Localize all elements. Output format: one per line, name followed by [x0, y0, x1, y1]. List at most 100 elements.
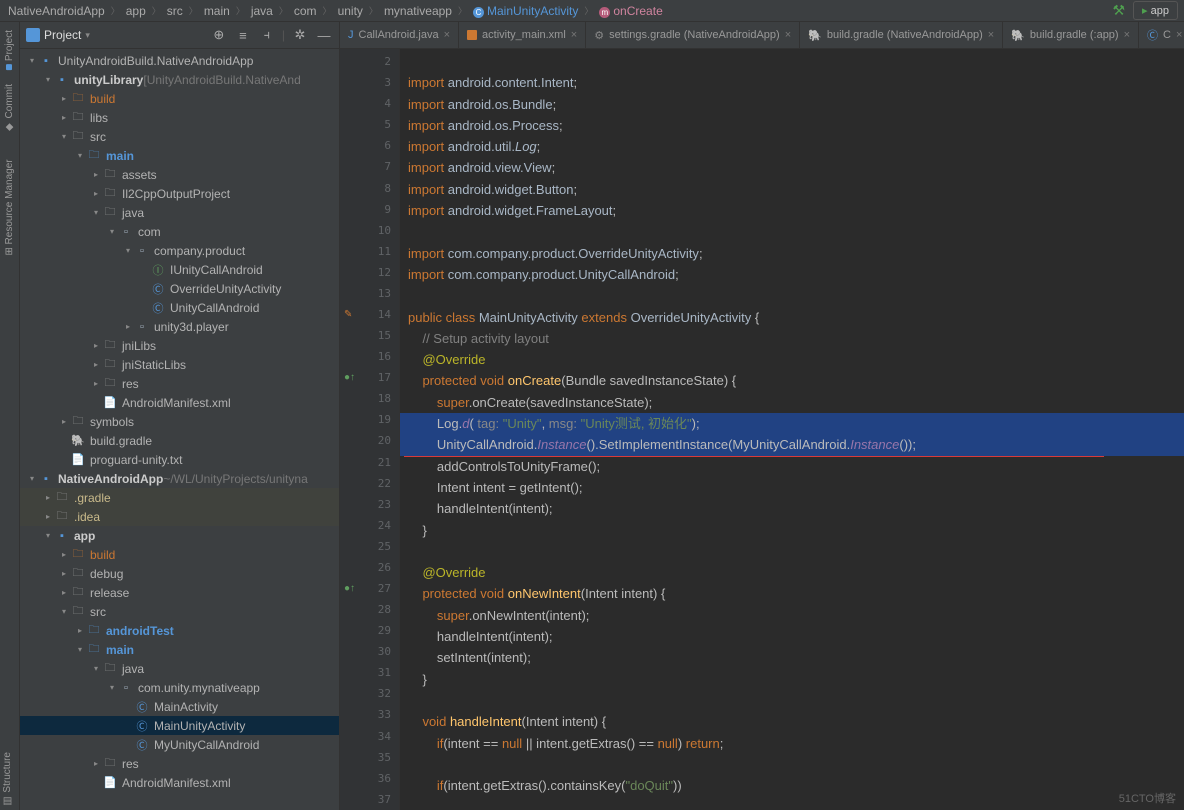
- close-icon[interactable]: ×: [988, 29, 994, 41]
- editor-tab[interactable]: activity_main.xml×: [459, 22, 586, 48]
- code-line[interactable]: setIntent(intent);: [400, 647, 1184, 668]
- breadcrumb-item[interactable]: NativeAndroidApp: [6, 4, 107, 18]
- tree-row[interactable]: ▾▫company.product: [20, 241, 339, 260]
- gutter-line[interactable]: 15: [340, 325, 399, 346]
- gutter-line[interactable]: 28: [340, 599, 399, 620]
- tree-row[interactable]: ▸🗀build: [20, 545, 339, 564]
- project-tool-tab[interactable]: Project: [2, 26, 17, 74]
- code-line[interactable]: Intent intent = getIntent();: [400, 477, 1184, 498]
- breadcrumb-item[interactable]: CMainUnityActivity: [471, 4, 580, 18]
- code-line[interactable]: ⊟ protected void onNewIntent(Intent inte…: [400, 583, 1184, 604]
- tree-row[interactable]: ▾🗀java: [20, 203, 339, 222]
- code-line[interactable]: 💡 UnityCallAndroid.Instance().SetImpleme…: [400, 434, 1184, 455]
- line-gutter[interactable]: 2345678910111213✎141516●↑171819202122232…: [340, 49, 400, 810]
- code-line[interactable]: super.onNewIntent(intent);: [400, 605, 1184, 626]
- tree-row[interactable]: ▸🗀libs: [20, 108, 339, 127]
- gutter-line[interactable]: ✎14: [340, 304, 399, 325]
- hide-icon[interactable]: —: [315, 26, 333, 44]
- gutter-line[interactable]: 25: [340, 536, 399, 557]
- tree-row[interactable]: ▸▫unity3d.player: [20, 317, 339, 336]
- gutter-line[interactable]: 32: [340, 683, 399, 704]
- breadcrumb-item[interactable]: java: [249, 4, 275, 18]
- tree-row[interactable]: ▸🗀jniLibs: [20, 336, 339, 355]
- breadcrumb-item[interactable]: mynativeapp: [382, 4, 454, 18]
- breadcrumb-item[interactable]: com: [292, 4, 319, 18]
- code-editor[interactable]: import android.content.Intent; import and…: [400, 49, 1184, 810]
- build-icon[interactable]: ⚒: [1112, 2, 1125, 19]
- code-line[interactable]: [400, 285, 1184, 306]
- gutter-line[interactable]: 36: [340, 768, 399, 789]
- code-line[interactable]: import android.util.Log;: [400, 136, 1184, 157]
- select-opened-icon[interactable]: ⊕: [210, 26, 228, 44]
- editor-tabs[interactable]: JCallAndroid.java×activity_main.xml×⚙set…: [340, 22, 1184, 49]
- tree-row[interactable]: ▾🗀src: [20, 127, 339, 146]
- code-line[interactable]: ⊟ protected void onCreate(Bundle savedIn…: [400, 370, 1184, 391]
- gutter-line[interactable]: 31: [340, 662, 399, 683]
- expand-all-icon[interactable]: ≡: [234, 26, 252, 44]
- tree-row[interactable]: ▸🗀symbols: [20, 412, 339, 431]
- tree-row[interactable]: ▾🗀java: [20, 659, 339, 678]
- tree-row[interactable]: 📄AndroidManifest.xml: [20, 393, 339, 412]
- code-line[interactable]: if(intent.getExtras().containsKey("doQui…: [400, 775, 1184, 796]
- collapse-all-icon[interactable]: ⫞: [258, 26, 276, 44]
- gutter-line[interactable]: 24: [340, 515, 399, 536]
- gutter-line[interactable]: 3: [340, 72, 399, 93]
- close-icon[interactable]: ×: [571, 29, 577, 41]
- tree-row[interactable]: ▾▪app: [20, 526, 339, 545]
- gutter-line[interactable]: 18: [340, 388, 399, 409]
- gutter-line[interactable]: 30: [340, 641, 399, 662]
- breadcrumb-item[interactable]: app: [124, 4, 148, 18]
- tree-row[interactable]: ▾🗀main: [20, 146, 339, 165]
- gutter-line[interactable]: ●↑27: [340, 578, 399, 599]
- gutter-line[interactable]: 5: [340, 114, 399, 135]
- resource-manager-tab[interactable]: ⊞ Resource Manager: [2, 155, 17, 259]
- code-line[interactable]: import android.view.View;: [400, 157, 1184, 178]
- code-line[interactable]: import android.os.Process;: [400, 115, 1184, 136]
- gutter-line[interactable]: 19: [340, 409, 399, 430]
- code-line[interactable]: [400, 541, 1184, 562]
- code-line[interactable]: [400, 690, 1184, 711]
- code-line[interactable]: super.onCreate(savedInstanceState);: [400, 392, 1184, 413]
- tree-row[interactable]: ▾🗀src: [20, 602, 339, 621]
- tree-row[interactable]: ▾🗀main: [20, 640, 339, 659]
- close-icon[interactable]: ×: [1176, 29, 1182, 41]
- tree-row[interactable]: ⒾIUnityCallAndroid: [20, 260, 339, 279]
- tree-row[interactable]: ▾▪unityLibrary [UnityAndroidBuild.Native…: [20, 70, 339, 89]
- commit-tool-tab[interactable]: ◆ Commit: [2, 80, 17, 136]
- breadcrumb-item[interactable]: unity: [336, 4, 365, 18]
- tree-row[interactable]: 📄proguard-unity.txt: [20, 450, 339, 469]
- tree-row[interactable]: ⒸMainUnityActivity: [20, 716, 339, 735]
- tree-row[interactable]: ▸🗀res: [20, 374, 339, 393]
- tree-row[interactable]: 📄AndroidManifest.xml: [20, 773, 339, 792]
- structure-tool-tab[interactable]: ▤ Structure: [0, 748, 15, 810]
- editor-tab[interactable]: 🐘build.gradle (NativeAndroidApp)×: [800, 22, 1003, 48]
- gutter-line[interactable]: 4: [340, 93, 399, 114]
- editor-tab[interactable]: 🐘build.gradle (:app)×: [1003, 22, 1139, 48]
- gutter-line[interactable]: 8: [340, 177, 399, 198]
- gutter-line[interactable]: 20: [340, 430, 399, 451]
- code-line[interactable]: }: [400, 520, 1184, 541]
- tree-row[interactable]: ▾▪UnityAndroidBuild.NativeAndroidApp: [20, 51, 339, 70]
- editor-tab[interactable]: ⚙settings.gradle (NativeAndroidApp)×: [586, 22, 800, 48]
- code-line[interactable]: import android.widget.Button;: [400, 179, 1184, 200]
- tree-row[interactable]: ▾▫com: [20, 222, 339, 241]
- gutter-line[interactable]: 13: [340, 283, 399, 304]
- code-line[interactable]: ⊟import com.company.product.UnityCallAnd…: [400, 264, 1184, 285]
- gutter-line[interactable]: 37: [340, 789, 399, 810]
- code-line[interactable]: handleIntent(intent);: [400, 498, 1184, 519]
- breadcrumb-item[interactable]: src: [165, 4, 185, 18]
- gutter-line[interactable]: 6: [340, 135, 399, 156]
- gutter-line[interactable]: 12: [340, 262, 399, 283]
- tree-row[interactable]: ▸🗀release: [20, 583, 339, 602]
- code-line[interactable]: import android.content.Intent;: [400, 72, 1184, 93]
- gutter-line[interactable]: 9: [340, 199, 399, 220]
- gutter-line[interactable]: ●↑17: [340, 367, 399, 388]
- close-icon[interactable]: ×: [1124, 29, 1130, 41]
- breadcrumb-item[interactable]: main: [202, 4, 232, 18]
- project-tree[interactable]: ▾▪UnityAndroidBuild.NativeAndroidApp▾▪un…: [20, 49, 339, 810]
- close-icon[interactable]: ×: [785, 29, 791, 41]
- tree-row[interactable]: ▸🗀.gradle: [20, 488, 339, 507]
- editor-tab[interactable]: ⒸC×: [1139, 22, 1184, 48]
- tree-row[interactable]: ⒸUnityCallAndroid: [20, 298, 339, 317]
- gutter-line[interactable]: 10: [340, 220, 399, 241]
